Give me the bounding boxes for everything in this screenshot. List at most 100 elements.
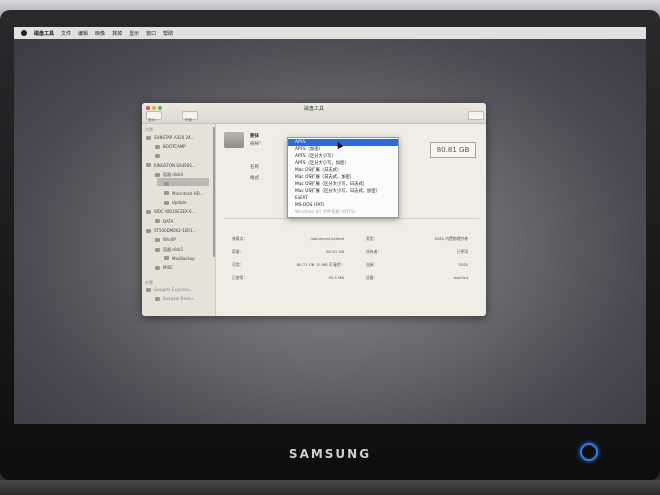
format-option[interactable]: Mac OS扩展（区分大小写，日志式）: [288, 181, 398, 188]
capacity-display: 80.81 GB: [430, 142, 476, 158]
sidebar-item[interactable]: MacBackup: [164, 256, 195, 261]
disk-icon: [164, 191, 169, 196]
sidebar-item[interactable]: 容器 disk5: [155, 247, 183, 253]
format-label: 格式: [250, 176, 259, 181]
disk-icon: [146, 135, 151, 140]
menu-window[interactable]: 窗口: [146, 30, 156, 37]
menu-help[interactable]: 帮助: [163, 30, 173, 37]
sidebar-item[interactable]: MISC: [155, 265, 173, 270]
disk-icon: [155, 296, 160, 301]
view-label: 显示: [148, 118, 155, 122]
disk-icon: [146, 228, 151, 233]
sidebar-item-label: SUNSTAR A320 24...: [154, 135, 195, 140]
info-value: 80.71 GB（0 MB 可清除）: [296, 262, 344, 267]
erase-title: 要抹: [250, 134, 259, 139]
menu-view[interactable]: 显示: [129, 30, 139, 37]
disk-icon: [164, 256, 169, 261]
sidebar-item-label: BOOTCAMP: [163, 144, 186, 150]
sidebar-item-label: MacBackup: [172, 255, 195, 261]
volume-label: 宗卷: [185, 118, 192, 122]
sidebar-item[interactable]: SUNSTAR A320 24...: [146, 135, 194, 140]
sidebar-item[interactable]: [155, 153, 163, 158]
disk-icon: [155, 237, 160, 242]
sidebar-scrollbar[interactable]: [213, 127, 215, 257]
sidebar-external-item[interactable]: Seagate Expansio...: [146, 287, 194, 292]
desk-surface: [0, 480, 660, 495]
sidebar-internal-header: 内置: [145, 127, 153, 132]
disk-icon: [146, 287, 151, 292]
sidebar-external-item[interactable]: Seagate Backu...: [155, 296, 197, 301]
format-option[interactable]: APFS（区分大小写）: [288, 153, 398, 160]
sidebar-item[interactable]: BOOTCAMP: [155, 144, 186, 149]
menu-image[interactable]: 映像: [95, 30, 105, 37]
sidebar-item-label: WinXP: [163, 237, 176, 243]
apple-icon[interactable]: [21, 30, 27, 36]
menu-file[interactable]: 文件: [61, 30, 71, 37]
sidebar-item[interactable]: untitled: [164, 182, 187, 187]
info-value: SATA: [458, 262, 468, 267]
sidebar-item-label: 容器 disk4: [163, 172, 183, 178]
disk-icon: [155, 247, 160, 252]
disk-icon: [164, 200, 169, 205]
name-label: 名称: [250, 165, 259, 170]
sidebar-item-label: Macintosh HD...: [172, 190, 204, 196]
sidebar-item[interactable]: WinXP: [155, 237, 176, 242]
sidebar-item-label: DATA: [163, 218, 174, 224]
disk-drive-icon: [224, 132, 244, 148]
menu-edit[interactable]: 编辑: [78, 30, 88, 37]
sidebar-item-label: untitled: [172, 181, 188, 187]
menu-bar: 磁盘工具 文件 编辑 映像 抹掉 显示 窗口 帮助: [14, 27, 646, 39]
format-option[interactable]: APFS: [288, 139, 398, 146]
sidebar-item-label: Update: [172, 200, 187, 206]
info-value: 95.5 MB: [328, 275, 344, 280]
window-titlebar: 磁盘工具 显示 宗卷: [142, 103, 486, 124]
monitor-brand-logo: SAMSUNG: [288, 447, 372, 461]
disk-icon: [155, 144, 160, 149]
sidebar: 内置 SUNSTAR A320 24... BOOTCAMP KINGSTON SA…: [142, 124, 216, 316]
format-option[interactable]: Mac OS扩展（日志式）: [288, 167, 398, 174]
format-option[interactable]: APFS（加密）: [288, 146, 398, 153]
menu-app-name[interactable]: 磁盘工具: [34, 30, 54, 37]
sidebar-external-header: 外置: [145, 280, 153, 285]
divider: [224, 218, 479, 219]
sidebar-item[interactable]: DATA: [155, 219, 173, 224]
sidebar-item[interactable]: Macintosh HD...: [164, 191, 204, 196]
info-key: 所有者：: [366, 249, 382, 254]
format-option[interactable]: MS-DOS (FAT): [288, 202, 398, 209]
info-key: 已使用：: [232, 275, 248, 280]
disk-icon: [146, 209, 151, 214]
info-key: 可用：: [232, 262, 244, 267]
info-value: SATA 内置物理宗卷: [434, 236, 468, 241]
info-button[interactable]: [468, 111, 484, 120]
format-option[interactable]: ExFAT: [288, 195, 398, 202]
format-option: Windows NT 文件系统 (NTFS): [295, 210, 356, 215]
sidebar-item-label: MISC: [163, 265, 173, 271]
sidebar-item-label: WDC WD10EZEX-0...: [154, 209, 196, 215]
format-option[interactable]: APFS（区分大小写，加密）: [288, 160, 398, 167]
sidebar-item-label: Seagate Backu...: [163, 296, 197, 302]
disk-icon: [155, 173, 160, 178]
sidebar-item-label: KINGSTON SA400S...: [154, 162, 196, 168]
sidebar-item-label: 容器 disk5: [163, 246, 183, 252]
disk-icon: [155, 219, 160, 224]
format-dropdown-menu: APFS APFS（加密） APFS（区分大小写） APFS（区分大小写，加密） Mac…: [287, 137, 399, 218]
info-value: 80.81 GB: [326, 249, 344, 254]
power-button-icon[interactable]: [580, 443, 598, 461]
format-option[interactable]: Mac OS扩展（日志式，加密）: [288, 174, 398, 181]
sidebar-item[interactable]: KINGSTON SA400S...: [146, 163, 196, 168]
info-value: /Volumes/Untitled: [310, 236, 344, 241]
sidebar-item-label: Seagate Expansio...: [154, 287, 194, 292]
disk-icon: [164, 182, 169, 186]
sidebar-item[interactable]: ST500DM002-1ER1...: [146, 228, 196, 233]
format-option[interactable]: Mac OS扩展（区分大小写，日志式，加密）: [288, 188, 398, 195]
sidebar-item[interactable]: WDC WD10EZEX-0...: [146, 209, 195, 214]
menu-erase[interactable]: 抹掉: [112, 30, 122, 37]
info-key: 设备：: [366, 275, 378, 280]
erase-description: 抹掉": [250, 142, 262, 147]
sidebar-item-label: ST500DM002-1ER1...: [154, 228, 197, 233]
info-key: 装载点：: [232, 236, 248, 241]
sidebar-item[interactable]: Update: [164, 200, 187, 205]
info-key: 连接：: [366, 262, 378, 267]
sidebar-item[interactable]: 容器 disk4: [155, 172, 183, 178]
disk-icon: [155, 153, 160, 158]
